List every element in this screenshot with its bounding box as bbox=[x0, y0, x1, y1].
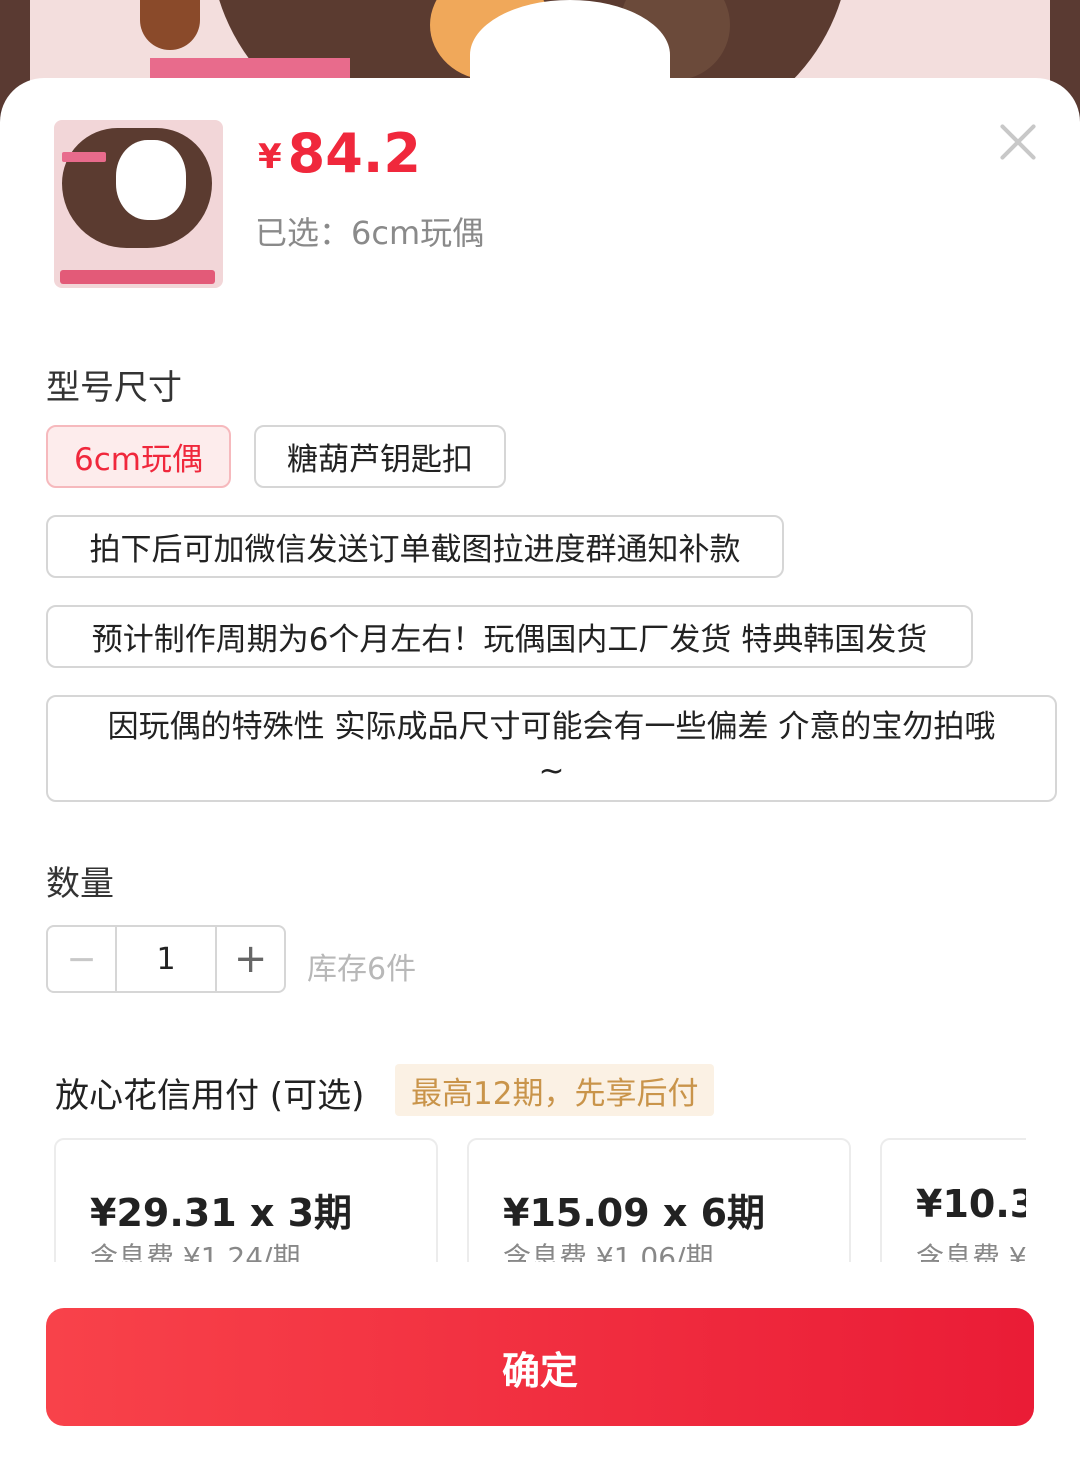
spec-option-production-note[interactable]: 预计制作周期为6个月左右！玩偶国内工厂发货 特典韩国发货 bbox=[46, 605, 973, 668]
installment-plans: ¥29.31 x 3期 含息费 ¥1.24/期 ¥15.09 x 6期 含息费 … bbox=[54, 1138, 1026, 1262]
installment-plan-more[interactable]: ¥10.3 含息费 ¥ bbox=[880, 1138, 1026, 1262]
spec-option-keychain[interactable]: 糖葫芦钥匙扣 bbox=[254, 425, 506, 488]
spec-option-line2: ~ bbox=[538, 752, 565, 789]
installment-plan-6[interactable]: ¥15.09 x 6期 含息费 ¥1.06/期 bbox=[467, 1138, 851, 1262]
spec-title: 型号尺寸 bbox=[46, 368, 182, 408]
installment-badge: 最高12期，先享后付 bbox=[395, 1064, 715, 1116]
decrement-button[interactable]: − bbox=[48, 927, 115, 991]
price-amount: 84.2 bbox=[287, 122, 421, 185]
stock-text: 库存6件 bbox=[307, 952, 417, 987]
installment-plan-3[interactable]: ¥29.31 x 3期 含息费 ¥1.24/期 bbox=[54, 1138, 438, 1262]
plan-amount: ¥29.31 x 3期 bbox=[90, 1191, 353, 1235]
quantity-stepper: − 1 + bbox=[46, 925, 286, 993]
selected-variant-text: 已选：6cm玩偶 bbox=[255, 214, 485, 252]
spec-option-6cm-doll[interactable]: 6cm玩偶 bbox=[46, 425, 231, 488]
increment-button[interactable]: + bbox=[217, 927, 284, 991]
plan-fee: 含息费 ¥1.06/期 bbox=[503, 1241, 714, 1262]
product-thumbnail[interactable] bbox=[54, 120, 223, 288]
spec-option-wechat-note[interactable]: 拍下后可加微信发送订单截图拉进度群通知补款 bbox=[46, 515, 784, 578]
plan-fee: 含息费 ¥1.24/期 bbox=[90, 1241, 301, 1262]
plan-amount: ¥15.09 x 6期 bbox=[503, 1191, 766, 1235]
close-icon[interactable] bbox=[996, 120, 1040, 164]
confirm-button[interactable]: 确定 bbox=[46, 1308, 1034, 1426]
plan-fee: 含息费 ¥ bbox=[916, 1241, 1026, 1262]
sku-selector-sheet: ¥84.2 已选：6cm玩偶 型号尺寸 6cm玩偶 糖葫芦钥匙扣 拍下后可加微信… bbox=[0, 78, 1080, 1471]
spec-option-line1: 因玩偶的特殊性 实际成品尺寸可能会有一些偏差 介意的宝勿拍哦 bbox=[107, 708, 996, 745]
spec-option-size-disclaimer[interactable]: 因玩偶的特殊性 实际成品尺寸可能会有一些偏差 介意的宝勿拍哦 ~ bbox=[46, 695, 1057, 802]
quantity-title: 数量 bbox=[46, 864, 114, 904]
product-price: ¥84.2 bbox=[258, 122, 421, 185]
currency-symbol: ¥ bbox=[258, 137, 282, 177]
quantity-input[interactable]: 1 bbox=[114, 927, 218, 991]
installment-title: 放心花信用付 (可选) bbox=[55, 1076, 365, 1116]
plan-amount: ¥10.3 bbox=[916, 1182, 1026, 1226]
